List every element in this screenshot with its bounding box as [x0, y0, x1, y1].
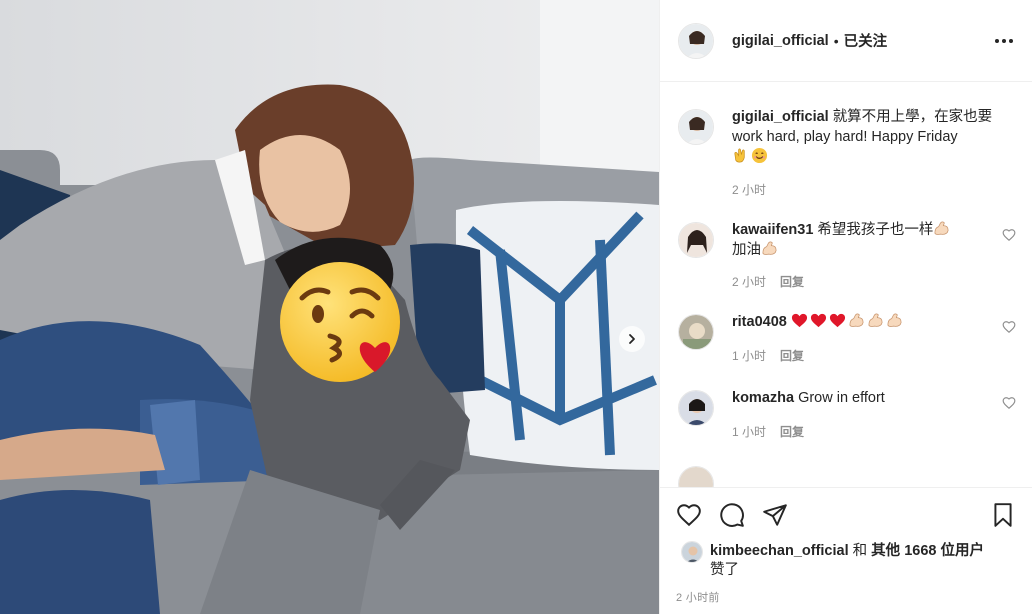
- comment-item: komazha Grow in effort 1 小时 回复: [678, 388, 1016, 442]
- flexed-biceps-icon: [934, 221, 949, 235]
- smiling-face-icon: [751, 147, 768, 164]
- next-photo-button[interactable]: [619, 326, 645, 352]
- caption: gigilai_official 就算不用上學，在家也要work hard, pl…: [678, 107, 1016, 200]
- reply-button[interactable]: 回复: [780, 346, 804, 366]
- photo-scene: [0, 0, 659, 614]
- bookmark-icon[interactable]: [990, 502, 1016, 528]
- comment-text: Grow in effort: [798, 390, 885, 406]
- ellipsis-icon: [995, 38, 999, 43]
- red-heart-icon: [810, 313, 826, 328]
- header-separator: •: [833, 32, 839, 49]
- instagram-post: gigilai_official • 已关注 gigilai_official 就…: [0, 0, 1032, 614]
- flexed-biceps-icon: [762, 241, 777, 255]
- comment-time[interactable]: 1 小时: [732, 346, 766, 366]
- flexed-biceps-icon: [887, 313, 902, 327]
- author-avatar[interactable]: [678, 22, 714, 59]
- comment-emoji-row: [791, 313, 905, 330]
- post-photo[interactable]: [0, 0, 659, 614]
- comment-username[interactable]: rita0408: [732, 314, 787, 330]
- commenter-avatar[interactable]: [678, 222, 714, 258]
- other-likers-link[interactable]: 其他 1668 位用户: [871, 543, 984, 559]
- comment-item: rita0408 1 小时 回复: [678, 312, 1016, 366]
- comment-username[interactable]: kawaiifen31: [732, 222, 813, 238]
- heart-outline-icon[interactable]: [676, 502, 702, 528]
- likes-connector: 和: [852, 543, 868, 559]
- comment-text: 希望我孩子也一样: [817, 222, 934, 238]
- following-button[interactable]: 已关注: [844, 30, 888, 51]
- likes-summary: kimbeechan_official 和 其他 1668 位用户 赞了: [676, 541, 1016, 580]
- comment-username[interactable]: komazha: [732, 390, 794, 406]
- commenter-avatar[interactable]: [678, 466, 714, 487]
- more-options-button[interactable]: [992, 29, 1016, 53]
- author-username[interactable]: gigilai_official: [732, 33, 829, 49]
- clapping-hands-icon: [734, 148, 745, 163]
- speech-bubble-icon[interactable]: [719, 502, 745, 528]
- caption-time[interactable]: 2 小时: [732, 180, 766, 200]
- comment-text-continued: 加油: [732, 242, 761, 258]
- like-comment-heart-icon[interactable]: [1002, 396, 1016, 410]
- post-side-panel: gigilai_official • 已关注 gigilai_official 就…: [659, 0, 1032, 614]
- liker-avatar[interactable]: [681, 541, 703, 563]
- liker-username[interactable]: kimbeechan_official: [710, 543, 849, 559]
- caption-author-avatar[interactable]: [678, 109, 714, 145]
- face-cover-emoji: [280, 262, 400, 382]
- comment-item-partial: [678, 464, 1016, 487]
- post-header: gigilai_official • 已关注: [660, 0, 1032, 82]
- comment-time[interactable]: 2 小时: [732, 272, 766, 292]
- red-heart-icon: [791, 313, 807, 328]
- chevron-right-icon: [629, 334, 635, 344]
- flexed-biceps-icon: [849, 313, 864, 327]
- paper-plane-icon[interactable]: [762, 502, 788, 528]
- comments-list[interactable]: gigilai_official 就算不用上學，在家也要work hard, pl…: [660, 83, 1032, 487]
- flexed-biceps-icon: [868, 313, 883, 327]
- like-comment-heart-icon[interactable]: [1002, 228, 1016, 242]
- action-bar: [676, 488, 1016, 542]
- like-comment-heart-icon[interactable]: [1002, 320, 1016, 334]
- commenter-avatar[interactable]: [678, 314, 714, 350]
- post-timestamp[interactable]: 2 小时前: [676, 589, 1016, 605]
- reply-button[interactable]: 回复: [780, 272, 804, 292]
- red-heart-icon: [829, 313, 845, 328]
- commenter-avatar[interactable]: [678, 390, 714, 426]
- reply-button[interactable]: 回复: [780, 422, 804, 442]
- caption-username[interactable]: gigilai_official: [732, 109, 829, 125]
- comment-time[interactable]: 1 小时: [732, 422, 766, 442]
- likes-suffix: 赞了: [710, 562, 739, 578]
- post-footer: kimbeechan_official 和 其他 1668 位用户 赞了 2 小…: [660, 487, 1032, 614]
- comment-item: kawaiifen31 希望我孩子也一样 加油 2 小时 回复: [678, 220, 1016, 292]
